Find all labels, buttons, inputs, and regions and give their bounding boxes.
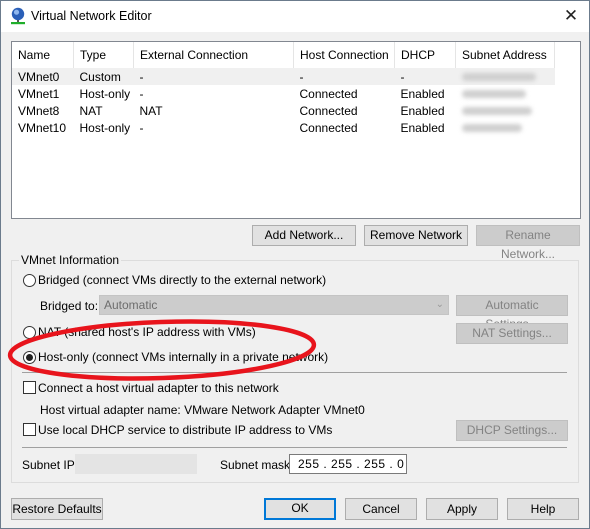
virtual-network-editor-window: Virtual Network Editor ✕ Name Type Exter…	[0, 0, 590, 529]
ok-button[interactable]: OK	[264, 498, 336, 520]
nat-label[interactable]: NAT (shared host's IP address with VMs)	[38, 325, 256, 339]
nat-settings-button[interactable]: NAT Settings...	[456, 323, 568, 344]
automatic-settings-button[interactable]: Automatic Settings...	[456, 295, 568, 331]
cell-subnet-blurred	[456, 119, 555, 136]
table-header: Name Type External Connection Host Conne…	[12, 42, 555, 68]
cell-type: Custom	[73, 68, 134, 85]
subnet-ip-input-blurred[interactable]	[75, 454, 197, 474]
cell-type: NAT	[79, 103, 103, 118]
cell-host: Connected	[299, 86, 358, 101]
dhcp-settings-button[interactable]: DHCP Settings...	[456, 420, 568, 441]
rename-network-button[interactable]: Rename Network...	[476, 225, 580, 261]
cell-dhcp: Enabled	[400, 103, 445, 118]
column-header-external[interactable]: External Connection	[133, 42, 294, 68]
restore-defaults-button[interactable]: Restore Defaults	[11, 498, 103, 520]
cell-dhcp: -	[394, 68, 456, 85]
close-button[interactable]: ✕	[559, 5, 583, 27]
cell-name: VMnet8	[18, 103, 60, 118]
network-list[interactable]: Name Type External Connection Host Conne…	[11, 41, 581, 219]
cell-subnet-blurred	[456, 85, 555, 102]
cell-host: Connected	[299, 103, 358, 118]
cell-host: Connected	[299, 120, 358, 135]
bridged-to-value: Automatic	[104, 298, 158, 312]
cell-name: VMnet10	[18, 120, 67, 135]
host-only-label[interactable]: Host-only (connect VMs internally in a p…	[38, 350, 328, 364]
cell-external: -	[139, 120, 144, 135]
apply-button[interactable]: Apply	[426, 498, 498, 520]
connect-adapter-checkbox[interactable]	[23, 381, 36, 394]
title-bar: Virtual Network Editor ✕	[1, 1, 589, 32]
cell-dhcp: Enabled	[400, 86, 445, 101]
help-button[interactable]: Help	[507, 498, 579, 520]
cell-type: Host-only	[79, 120, 131, 135]
cell-external: -	[139, 86, 144, 101]
bridged-label[interactable]: Bridged (connect VMs directly to the ext…	[38, 273, 326, 287]
bridged-to-select[interactable]: Automatic ⌄	[99, 295, 449, 315]
subnet-mask-input[interactable]: 255 . 255 . 255 . 0	[289, 454, 407, 474]
add-network-button[interactable]: Add Network...	[252, 225, 356, 246]
bridged-to-label: Bridged to:	[40, 299, 99, 313]
cell-subnet-blurred	[456, 102, 555, 119]
divider	[22, 372, 567, 373]
host-only-radio[interactable]	[23, 351, 36, 364]
cell-dhcp: Enabled	[400, 120, 445, 135]
adapter-name-label: Host virtual adapter name: VMware Networ…	[40, 403, 365, 417]
dhcp-label[interactable]: Use local DHCP service to distribute IP …	[38, 423, 332, 437]
column-header-host[interactable]: Host Connection	[293, 42, 395, 68]
cell-external: NAT	[139, 103, 163, 118]
window-title: Virtual Network Editor	[31, 9, 152, 23]
connect-adapter-label[interactable]: Connect a host virtual adapter to this n…	[38, 381, 279, 395]
table-row[interactable]: VMnet8 NAT NAT Connected Enabled	[12, 102, 555, 119]
chevron-down-icon: ⌄	[435, 299, 444, 310]
remove-network-button[interactable]: Remove Network	[364, 225, 468, 246]
vmnet-information-label: VMnet Information	[19, 253, 122, 267]
subnet-mask-label: Subnet mask:	[220, 458, 294, 472]
table-row[interactable]: VMnet10 Host-only - Connected Enabled	[12, 119, 555, 136]
network-globe-icon	[11, 7, 25, 25]
cell-type: Host-only	[79, 86, 131, 101]
nat-radio[interactable]	[23, 326, 36, 339]
table-row[interactable]: VMnet0 Custom - - -	[12, 68, 555, 85]
column-header-subnet[interactable]: Subnet Address	[455, 42, 555, 68]
column-header-type[interactable]: Type	[73, 42, 134, 68]
bridged-radio[interactable]	[23, 274, 36, 287]
column-header-name[interactable]: Name	[12, 42, 74, 68]
cell-host: -	[293, 68, 395, 85]
column-header-dhcp[interactable]: DHCP	[394, 42, 456, 68]
cell-name: VMnet1	[18, 86, 60, 101]
cell-subnet-blurred	[455, 68, 555, 85]
divider	[22, 447, 567, 448]
close-icon: ✕	[563, 6, 579, 25]
cell-name: VMnet0	[12, 68, 74, 85]
table-row[interactable]: VMnet1 Host-only - Connected Enabled	[12, 85, 555, 102]
cell-external: -	[133, 68, 294, 85]
cancel-button[interactable]: Cancel	[345, 498, 417, 520]
subnet-ip-label: Subnet IP:	[22, 458, 79, 472]
dhcp-checkbox[interactable]	[23, 423, 36, 436]
